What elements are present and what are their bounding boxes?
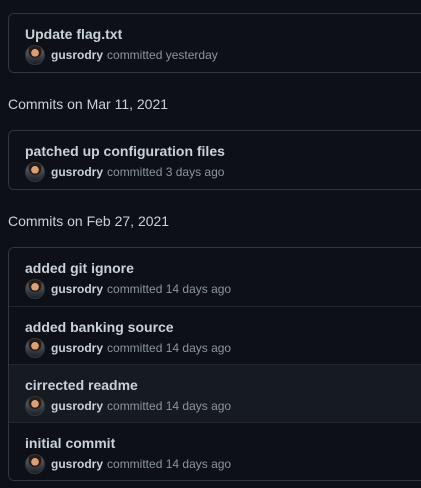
author-link[interactable]: gusrodry: [51, 282, 103, 296]
commit-time: 14 days ago: [165, 457, 232, 471]
commit-action: committed: [107, 457, 163, 471]
commit-action: committed: [107, 48, 163, 62]
commit-meta: gusrodry committed yesterday: [25, 45, 218, 65]
commit-group-header: Commits on Mar 11, 2021: [8, 96, 169, 112]
avatar[interactable]: [25, 279, 45, 299]
author-link[interactable]: gusrodry: [51, 457, 103, 471]
commit-title-link[interactable]: initial commit: [25, 434, 115, 452]
commit-action: committed: [107, 282, 163, 296]
commit-meta: gusrodry committed 14 days ago: [25, 279, 231, 299]
commit-action: committed: [107, 341, 163, 355]
commit-time: 3 days ago: [165, 165, 225, 179]
author-link[interactable]: gusrodry: [51, 341, 103, 355]
commit-time: yesterday: [165, 48, 218, 62]
commit-meta: gusrodry committed 14 days ago: [25, 338, 231, 358]
commit-title-link[interactable]: Update flag.txt: [25, 25, 122, 43]
commit-time: 14 days ago: [165, 341, 232, 355]
author-link[interactable]: gusrodry: [51, 399, 103, 413]
commit-group-box: patched up configuration files gusrodry …: [8, 130, 421, 190]
commit-meta: gusrodry committed 14 days ago: [25, 454, 231, 474]
commit-row[interactable]: added git ignore gusrodry committed 14 d…: [9, 248, 421, 306]
author-link[interactable]: gusrodry: [51, 48, 103, 62]
commit-group-header: Commits on Feb 27, 2021: [8, 213, 170, 229]
commit-row[interactable]: patched up configuration files gusrodry …: [9, 131, 421, 189]
avatar[interactable]: [25, 454, 45, 474]
commit-group-box: Update flag.txt gusrodry committed yeste…: [8, 13, 421, 73]
commit-title-link[interactable]: added banking source: [25, 318, 174, 336]
commit-group-box: added git ignore gusrodry committed 14 d…: [8, 247, 421, 481]
commit-time: 14 days ago: [165, 399, 232, 413]
commit-title-link[interactable]: cirrected readme: [25, 376, 138, 394]
commit-row[interactable]: Update flag.txt gusrodry committed yeste…: [9, 14, 421, 72]
avatar[interactable]: [25, 338, 45, 358]
commit-row[interactable]: added banking source gusrodry committed …: [9, 306, 421, 364]
commit-meta: gusrodry committed 14 days ago: [25, 396, 231, 416]
commit-title-link[interactable]: patched up configuration files: [25, 142, 225, 160]
commit-meta: gusrodry committed 3 days ago: [25, 162, 224, 182]
commit-row[interactable]: cirrected readme gusrodry committed 14 d…: [9, 364, 421, 422]
commit-action: committed: [107, 165, 163, 179]
commit-title-link[interactable]: added git ignore: [25, 259, 134, 277]
avatar[interactable]: [25, 162, 45, 182]
commit-time: 14 days ago: [165, 282, 232, 296]
commit-action: committed: [107, 399, 163, 413]
avatar[interactable]: [25, 396, 45, 416]
commit-row[interactable]: initial commit gusrodry committed 14 day…: [9, 422, 421, 480]
author-link[interactable]: gusrodry: [51, 165, 103, 179]
avatar[interactable]: [25, 45, 45, 65]
